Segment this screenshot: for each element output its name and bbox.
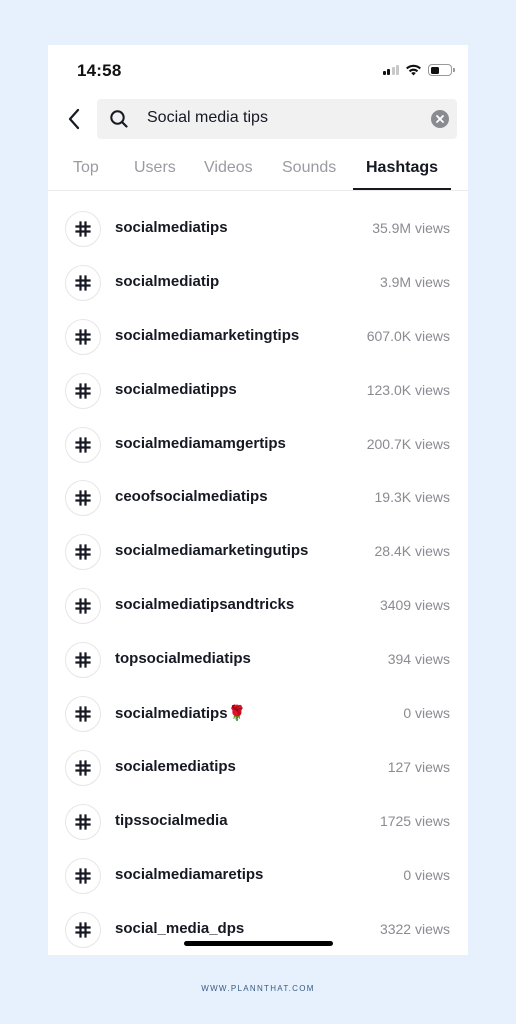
hashtag-views: 123.0K views (366, 381, 450, 398)
hashtag-icon (75, 652, 91, 668)
hashtag-views: 0 views (403, 705, 450, 722)
wifi-icon (406, 64, 421, 76)
hashtag-icon (75, 275, 91, 291)
hashtag-row[interactable]: topsocialmediatips 394 views (48, 633, 468, 687)
hashtag-views: 3.9M views (379, 273, 450, 290)
tab-users[interactable]: Users (134, 159, 176, 177)
hashtag-icon (75, 329, 91, 345)
hashtag-icon-circle (65, 642, 101, 679)
hashtag-row[interactable]: socialmediatipsandtricks 3409 views (48, 579, 468, 633)
chevron-left-icon (68, 108, 80, 130)
hashtag-name: socialmediatips (115, 219, 228, 236)
search-row (48, 99, 468, 139)
home-indicator[interactable] (184, 941, 333, 946)
active-tab-indicator (353, 188, 451, 190)
hashtag-name: socialmediamarketingtips (115, 326, 300, 344)
hashtag-name: socialmediatipsandtricks (115, 596, 295, 614)
cellular-signal-icon (382, 65, 399, 75)
hashtag-row[interactable]: socialmediatips 35.9M views (48, 202, 468, 256)
hashtag-name: socialmediatips🌹 (115, 705, 247, 723)
battery-icon (428, 64, 455, 76)
tab-videos[interactable]: Videos (204, 159, 253, 177)
hashtag-name: topsocialmediatips (115, 650, 251, 668)
hashtag-name: socialmediamaretips (115, 865, 264, 883)
back-button[interactable] (62, 105, 86, 133)
hashtag-icon (75, 868, 91, 884)
search-box[interactable] (97, 99, 457, 139)
hashtag-row[interactable]: ceoofsocialmediatips 19.3K views (48, 471, 468, 525)
hashtag-icon (75, 760, 91, 776)
tab-hashtags[interactable]: Hashtags (366, 159, 438, 177)
status-time: 14:58 (77, 61, 122, 80)
hashtag-icon-circle (65, 372, 101, 409)
hashtag-icon-circle (65, 588, 101, 625)
hashtag-row[interactable]: socialmediamaretips 0 views (48, 849, 468, 903)
hashtag-icon (75, 706, 91, 722)
hashtag-name: socialemediatips (115, 757, 236, 775)
hashtag-row[interactable]: socialmediatips🌹 0 views (48, 687, 468, 741)
hashtag-views: 607.0K views (366, 327, 450, 344)
hashtag-views: 127 views (387, 758, 450, 775)
hashtag-name: social_media_dps (115, 919, 245, 937)
search-tabs: Top Users Videos Sounds Hashtags (48, 153, 468, 191)
hashtag-icon (75, 544, 91, 560)
hashtag-icon-circle (65, 426, 101, 463)
footer-watermark: WWW.PLANNTHAT.COM (201, 984, 315, 993)
tab-top[interactable]: Top (73, 159, 99, 177)
hashtag-name: socialmediatipps (115, 380, 237, 398)
hashtag-views: 28.4K views (374, 543, 450, 560)
hashtag-list: socialmediatips 35.9M views socialmediatip… (48, 202, 468, 955)
hashtag-row[interactable]: socialmediamarketingtips 607.0K views (48, 310, 468, 364)
hashtag-views: 3322 views (379, 920, 450, 937)
hashtag-icon-circle (65, 264, 101, 301)
hashtag-icon-circle (65, 911, 101, 948)
hashtag-icon-circle (65, 534, 101, 571)
hashtag-icon (75, 490, 91, 507)
clear-search-button[interactable] (431, 110, 449, 128)
hashtag-icon-circle (65, 803, 101, 840)
hashtag-icon (75, 814, 91, 830)
status-icons (382, 64, 455, 76)
hashtag-name: tipssocialmedia (115, 811, 228, 829)
hashtag-icon (75, 221, 91, 237)
hashtag-name: ceoofsocialmediatips (115, 488, 268, 506)
search-input[interactable] (147, 109, 417, 127)
hashtag-row[interactable]: social_media_dps 3322 views (48, 903, 468, 955)
hashtag-name: socialmediatip (115, 272, 220, 290)
hashtag-row[interactable]: tipssocialmedia 1725 views (48, 795, 468, 849)
hashtag-views: 1725 views (379, 812, 450, 829)
tab-sounds[interactable]: Sounds (282, 159, 336, 177)
magnifier-icon (110, 110, 128, 128)
hashtag-icon (75, 921, 91, 938)
hashtag-icon (75, 598, 91, 614)
clear-x-icon (436, 115, 444, 123)
hashtag-icon-circle (65, 857, 101, 894)
hashtag-name: socialmediamarketingutips (115, 542, 309, 560)
hashtag-views: 3409 views (379, 597, 450, 614)
status-bar: 14:58 (48, 45, 468, 97)
hashtag-icon-circle (65, 318, 101, 355)
hashtag-views: 35.9M views (372, 220, 450, 236)
battery-level (430, 66, 440, 74)
hashtag-row[interactable]: socialmediamarketingutips 28.4K views (48, 525, 468, 579)
hashtag-icon (75, 383, 91, 399)
hashtag-icon-circle (65, 696, 101, 733)
hashtag-views: 19.3K views (374, 489, 450, 506)
hashtag-icon-circle (65, 749, 101, 786)
hashtag-icon (75, 436, 91, 453)
hashtag-views: 200.7K views (366, 435, 450, 452)
hashtag-row[interactable]: socialmediatipps 123.0K views (48, 364, 468, 418)
hashtag-name: socialmediamamgertips (115, 434, 286, 452)
hashtag-icon-circle (65, 480, 101, 517)
hashtag-row[interactable]: socialmediatip 3.9M views (48, 256, 468, 310)
hashtag-row[interactable]: socialmediamamgertips 200.7K views (48, 418, 468, 472)
hashtag-icon-circle (65, 211, 101, 247)
hashtag-row[interactable]: socialemediatips 127 views (48, 741, 468, 795)
phone-screen: 14:58 Social media tips Top Users Videos… (48, 45, 468, 955)
hashtag-views: 394 views (387, 651, 450, 668)
hashtag-views: 0 views (403, 866, 450, 883)
